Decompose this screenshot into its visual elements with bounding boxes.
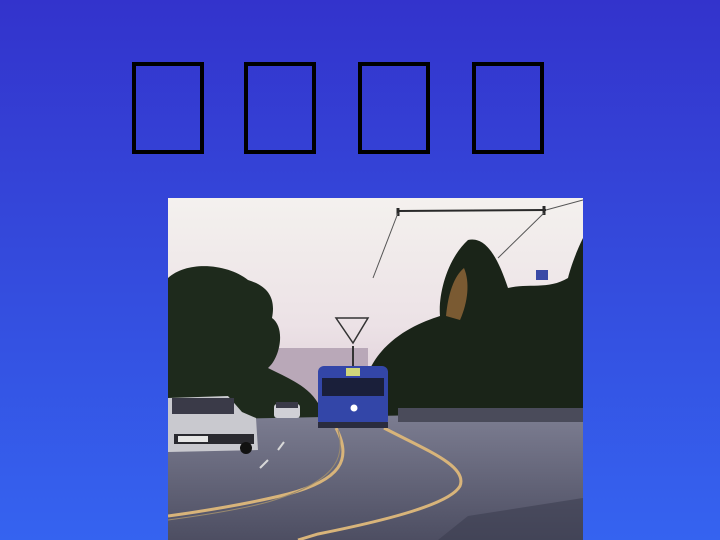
missing-glyph-box-3 [358,62,430,154]
tram-photo [168,198,583,540]
slide-title [0,62,720,160]
missing-glyph-box-2 [244,62,316,154]
missing-glyph-box-4 [472,62,544,154]
car-distant [274,402,300,418]
missing-glyph-box-1 [132,62,204,154]
